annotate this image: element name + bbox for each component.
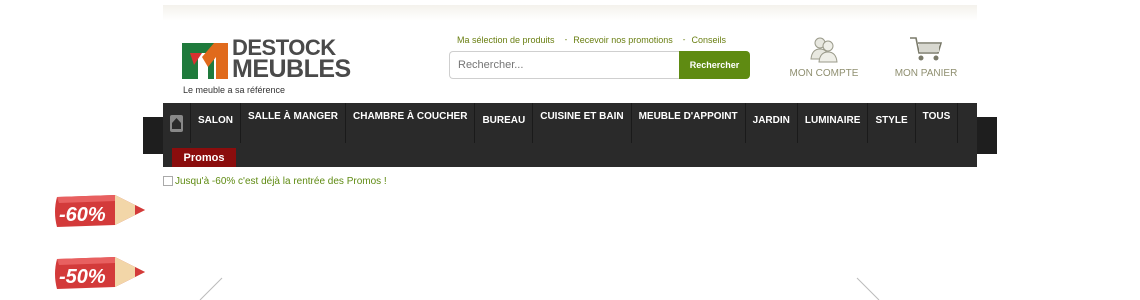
nav-item-chambre[interactable]: CHAMBRE À COUCHER [346, 103, 476, 143]
main-nav: SALON SALLE À MANGER CHAMBRE À COUCHER B… [163, 103, 977, 167]
logo-mark-icon [182, 43, 228, 79]
top-links: Ma sélection de produits - Recevoir nos … [457, 35, 726, 45]
account-label: MON COMPTE [789, 68, 859, 79]
search-button[interactable]: Rechercher [679, 51, 750, 79]
nav-item-meuble-appoint[interactable]: MEUBLE D'APPOINT [632, 103, 746, 143]
search-bar: Rechercher [449, 51, 750, 79]
nav-item-tous[interactable]: TOUS [916, 103, 959, 143]
logo-word-meubles: MEUBLES [232, 55, 351, 83]
nav-item-salon[interactable]: SALON [191, 103, 241, 143]
separator-dash: - [682, 35, 686, 44]
cart-link[interactable]: MON PANIER [888, 33, 964, 79]
nav-item-salle-a-manger[interactable]: SALLE À MANGER [241, 103, 346, 143]
home-icon [170, 114, 183, 132]
top-strip [163, 5, 977, 21]
page: DESTOCK MEUBLES Le meuble a sa référence… [0, 0, 1140, 300]
users-icon [810, 37, 838, 63]
search-input[interactable] [449, 51, 681, 79]
nav-item-style[interactable]: STYLE [868, 103, 916, 143]
top-link-conseils[interactable]: Conseils [691, 35, 726, 45]
cart-icon [910, 37, 943, 61]
nav-item-jardin[interactable]: JARDIN [746, 103, 798, 143]
account-link[interactable]: MON COMPTE [784, 33, 864, 79]
promo-tag-50-text: -50% [59, 266, 106, 288]
top-link-promotions[interactable]: Recevoir nos promotions [573, 35, 673, 45]
nav-item-bureau[interactable]: BUREAU [475, 103, 534, 143]
promo-banner-link[interactable]: Jusqu'à -60% c'est déjà la rentrée des P… [163, 176, 387, 187]
decor-line-left [199, 277, 223, 300]
site-logo[interactable]: DESTOCK MEUBLES [180, 37, 365, 82]
separator-dash: - [564, 35, 568, 44]
nav-item-promos[interactable]: Promos [172, 148, 236, 167]
cart-label: MON PANIER [894, 68, 958, 79]
logo-tagline: Le meuble a sa référence [183, 85, 286, 95]
promo-tag-60-text: -60% [59, 204, 106, 226]
nav-item-luminaire[interactable]: LUMINAIRE [798, 103, 869, 143]
promo-banner-alt: Jusqu'à -60% c'est déjà la rentrée des P… [175, 176, 387, 187]
top-link-selection[interactable]: Ma sélection de produits [457, 35, 555, 45]
nav-item-cuisine-bain[interactable]: CUISINE ET BAIN [533, 103, 632, 143]
decor-line-right [856, 277, 880, 300]
pencil-tag-50[interactable]: -50% [53, 255, 148, 293]
pencil-tag-60[interactable]: -60% [53, 193, 148, 231]
nav-home[interactable] [163, 103, 191, 143]
broken-image-icon [163, 176, 173, 187]
